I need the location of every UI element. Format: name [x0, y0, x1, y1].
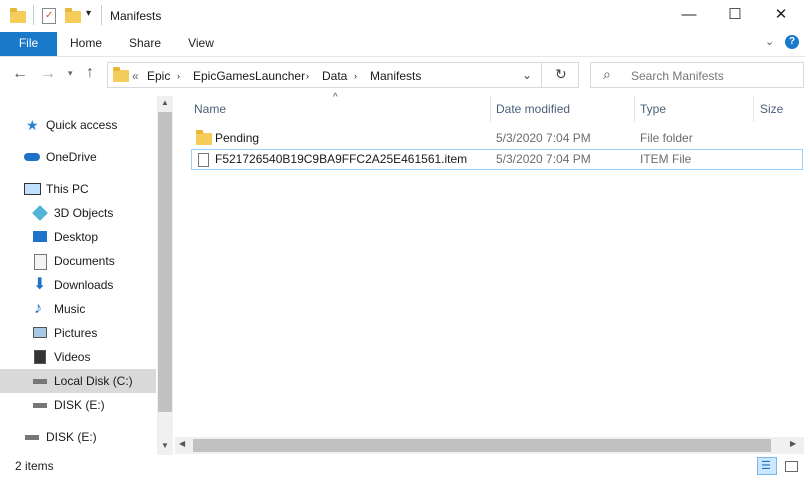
scrollbar-thumb[interactable]	[158, 112, 172, 412]
chevron-right-icon[interactable]: ›	[177, 71, 180, 81]
list-item[interactable]: F521726540B19C9BA9FFC2A25E461561.item 5/…	[191, 149, 803, 170]
column-header-name[interactable]: Name	[194, 96, 226, 122]
breadcrumb-overflow[interactable]: «	[132, 69, 139, 83]
item-name: F521726540B19C9BA9FFC2A25E461561.item	[215, 152, 468, 166]
column-separator[interactable]	[634, 96, 635, 122]
drive-icon	[33, 403, 47, 408]
scroll-up-icon[interactable]: ▲	[161, 98, 169, 107]
nav-scrollbar[interactable]: ▲ ▼	[157, 96, 173, 455]
nav-item-disk-e[interactable]: DISK (E:)	[0, 393, 156, 417]
music-note-icon: ♪	[34, 300, 42, 317]
scroll-left-icon[interactable]: ◀	[179, 439, 185, 448]
forward-button[interactable]: →	[40, 65, 56, 83]
picture-icon	[33, 327, 47, 338]
star-icon: ★	[26, 117, 39, 133]
search-icon: ⌕	[603, 66, 611, 82]
back-button[interactable]: ←	[12, 65, 28, 83]
download-arrow-icon: ⬇	[33, 276, 47, 293]
refresh-icon[interactable]: ↻	[555, 66, 567, 83]
recent-locations-button[interactable]: ▾	[68, 68, 73, 79]
status-item-count: 2 items	[15, 459, 54, 473]
sort-ascending-icon: ^	[333, 92, 338, 103]
item-date: 5/3/2020 7:04 PM	[496, 152, 591, 166]
nav-item-music[interactable]: ♪ Music	[0, 297, 156, 321]
up-button[interactable]: ↑	[86, 64, 94, 82]
scrollbar-thumb[interactable]	[193, 439, 771, 452]
nav-item-this-pc[interactable]: This PC	[0, 177, 156, 201]
title-bar: ✓ ▾ Manifests — ☐ ✕	[0, 0, 805, 32]
column-header-date-modified[interactable]: Date modified	[496, 96, 570, 122]
new-folder-icon[interactable]	[65, 8, 81, 23]
list-horizontal-scrollbar[interactable]: ◀ ▶	[175, 437, 804, 454]
search-input[interactable]: Search Manifests	[631, 69, 724, 83]
divider	[541, 63, 542, 87]
large-icons-view-icon	[785, 461, 798, 472]
nav-item-local-disk-c[interactable]: Local Disk (C:)	[0, 369, 156, 393]
column-header-type[interactable]: Type	[640, 96, 666, 122]
item-type: ITEM File	[640, 152, 692, 166]
breadcrumb-data[interactable]: Data	[322, 69, 347, 83]
nav-item-downloads[interactable]: ⬇ Downloads	[0, 273, 156, 297]
list-item[interactable]: Pending 5/3/2020 7:04 PM File folder	[191, 128, 803, 148]
drive-icon	[33, 379, 47, 384]
desktop-icon	[33, 231, 47, 242]
computer-icon	[24, 183, 41, 195]
breadcrumb-manifests[interactable]: Manifests	[370, 69, 421, 83]
tab-home[interactable]: Home	[67, 32, 105, 56]
chevron-down-icon[interactable]: ▾	[86, 8, 91, 19]
navigation-pane: ★ Quick access OneDrive This PC 3D Objec…	[0, 96, 157, 455]
details-view-button[interactable]: ☰	[757, 457, 777, 475]
cube-icon	[32, 205, 48, 221]
column-header-size[interactable]: Size	[760, 96, 783, 122]
help-icon[interactable]: ?	[785, 35, 799, 49]
chevron-right-icon[interactable]: ›	[306, 71, 309, 81]
nav-item-disk-e-root[interactable]: DISK (E:)	[0, 425, 156, 449]
tab-view[interactable]: View	[183, 32, 219, 56]
nav-item-documents[interactable]: Documents	[0, 249, 156, 273]
breadcrumb-epicgameslauncher[interactable]: EpicGamesLauncher	[193, 69, 305, 83]
drive-icon	[25, 435, 39, 440]
document-icon	[34, 254, 47, 270]
cloud-icon	[24, 153, 40, 161]
chevron-right-icon[interactable]: ›	[354, 71, 357, 81]
maximize-button[interactable]: ☐	[712, 0, 758, 32]
folder-icon	[196, 130, 212, 145]
folder-icon	[10, 8, 26, 23]
nav-item-videos[interactable]: Videos	[0, 345, 156, 369]
tab-share[interactable]: Share	[124, 32, 166, 56]
chevron-down-icon[interactable]: ⌄	[765, 35, 774, 48]
ribbon-tabs: File Home Share View ⌄ ?	[0, 32, 805, 57]
address-bar[interactable]: « Epic › EpicGamesLauncher › Data › Mani…	[107, 62, 579, 88]
nav-item-desktop[interactable]: Desktop	[0, 225, 156, 249]
chevron-down-icon[interactable]: ⌄	[522, 68, 532, 82]
nav-item-quick-access[interactable]: ★ Quick access	[0, 113, 156, 137]
details-view-icon: ☰	[761, 460, 771, 472]
minimize-button[interactable]: —	[666, 0, 712, 32]
tab-file[interactable]: File	[0, 32, 57, 56]
film-icon	[34, 350, 46, 364]
column-separator[interactable]	[753, 96, 754, 122]
breadcrumb-epic[interactable]: Epic	[147, 69, 170, 83]
divider	[101, 5, 102, 25]
folder-icon	[113, 67, 129, 82]
search-box[interactable]: ⌕ Search Manifests	[590, 62, 804, 88]
nav-item-onedrive[interactable]: OneDrive	[0, 145, 156, 169]
column-separator[interactable]	[490, 96, 491, 122]
file-icon	[198, 153, 209, 167]
scroll-right-icon[interactable]: ▶	[790, 439, 796, 448]
window-title: Manifests	[110, 9, 162, 23]
item-type: File folder	[640, 131, 693, 145]
item-date: 5/3/2020 7:04 PM	[496, 131, 591, 145]
close-button[interactable]: ✕	[758, 0, 804, 32]
scroll-down-icon[interactable]: ▼	[161, 441, 169, 450]
item-name: Pending	[215, 131, 260, 145]
large-icons-view-button[interactable]	[781, 457, 801, 475]
divider	[33, 5, 34, 25]
properties-icon[interactable]: ✓	[42, 8, 56, 24]
nav-item-pictures[interactable]: Pictures	[0, 321, 156, 345]
nav-item-3d-objects[interactable]: 3D Objects	[0, 201, 156, 225]
